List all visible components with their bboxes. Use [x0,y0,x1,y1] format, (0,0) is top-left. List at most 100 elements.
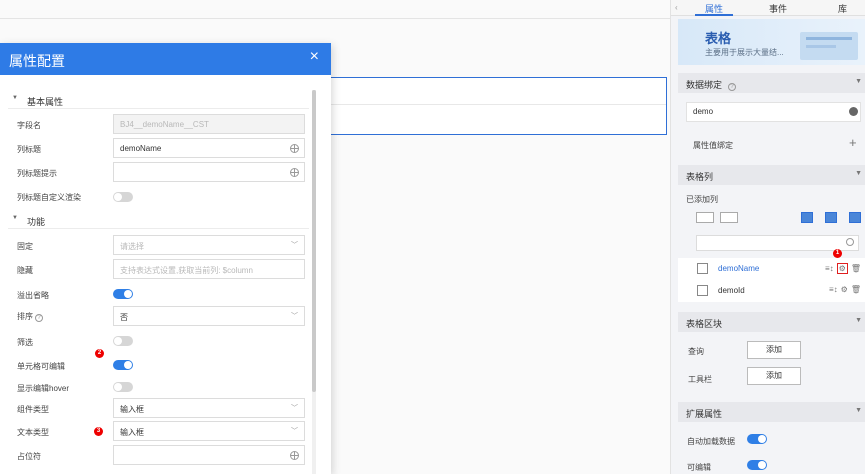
fixed-select[interactable]: 请选择 ﹀ [113,235,305,255]
component-type-select[interactable]: 输入框 ﹀ [113,398,305,418]
text-type-select[interactable]: 输入框 ﹀ [113,421,305,441]
annotation-badge-2: 2 [95,349,104,358]
annotation-badge-1: 1 [833,249,842,258]
query-label: 查询 [688,347,704,356]
section-func[interactable]: ▼ 功能 [8,211,309,229]
column-settings-icon[interactable]: ⚙ [841,285,848,294]
editable-label: 可编辑 [687,463,711,472]
column-row-demoId[interactable]: demoId ≡↕ ⚙ 🗑 [678,280,865,302]
drag-handle-icon[interactable]: ≡↕ [825,264,834,273]
chevron-down-icon[interactable]: ▼ [855,317,862,324]
chevron-down-icon[interactable]: ▼ [12,215,18,221]
export-column-icon[interactable] [849,212,861,223]
scrollbar-thumb[interactable] [312,90,316,392]
column-settings-icon[interactable]: ⚙ [836,263,848,274]
text-type-value: 输入框 [120,428,144,437]
active-tab-indicator [695,14,733,16]
added-columns-label: 已添加列 [686,195,718,204]
search-icon[interactable] [846,238,854,246]
field-name-input: BJ4__demoName__CST [113,114,305,134]
layout-split-icon[interactable] [696,212,714,223]
component-type-value: 输入框 [120,405,144,414]
section-table-blocks-title: 表格区块 [686,319,723,329]
hidden-expression-input[interactable]: 支持表达式设置,获取当前列: $column [113,259,305,279]
col-tip-label: 列标题提示 [17,169,57,178]
sort-label: 排序 [17,312,33,321]
col-tip-input[interactable] [113,162,305,182]
col-custom-render-switch[interactable] [113,192,133,202]
sort-select[interactable]: 否 ﹀ [113,306,305,326]
canvas-table-component[interactable] [330,77,667,135]
auto-load-switch[interactable] [747,434,767,444]
globe-icon[interactable] [290,144,299,153]
attr-bind-label: 属性值绑定 [693,141,733,150]
chevron-down-icon[interactable]: ▼ [855,170,862,177]
section-data-binding-title: 数据绑定 [686,80,723,90]
section-extended[interactable]: 扩展属性 ▼ [678,402,865,422]
editable-switch[interactable] [747,460,767,470]
section-func-title: 功能 [27,217,46,227]
section-table-blocks[interactable]: 表格区块 ▼ [678,312,865,332]
help-icon[interactable]: ? [728,83,737,91]
dialog-header: 属性配置 × [0,43,331,75]
column-name: demoId [718,286,745,295]
col-custom-render-label: 列标题自定义渲染 [17,193,81,202]
tab-library[interactable]: 库 [838,2,847,15]
field-name-label: 字段名 [17,121,41,130]
show-edit-hover-label: 显示编辑hover [17,384,70,393]
sort-value: 否 [120,313,128,322]
globe-icon[interactable] [290,451,299,460]
column-checkbox[interactable] [697,285,708,296]
canvas-divider [0,18,670,19]
table-illustration-icon [800,32,858,60]
drag-handle-icon[interactable]: ≡↕ [829,285,838,294]
section-table-columns[interactable]: 表格列 ▼ [678,165,865,185]
tab-events[interactable]: 事件 [769,2,787,15]
data-binding-field[interactable]: demo [686,102,861,122]
settings-icon[interactable] [849,107,858,116]
cell-edit-switch[interactable] [113,360,133,370]
close-icon[interactable]: × [310,49,319,65]
collapse-left-icon[interactable]: ‹ [675,3,678,12]
dialog-title: 属性配置 [9,53,65,69]
field-name-value: BJ4__demoName__CST [120,120,209,129]
column-row-demoName[interactable]: demoName ≡↕ ⚙ 🗑 [678,258,865,280]
component-subtitle: 主要用于展示大量结... [705,48,784,57]
auto-load-label: 自动加载数据 [687,437,735,446]
hidden-label: 隐藏 [17,266,33,275]
add-toolbar-button[interactable]: 添加 [747,367,801,385]
globe-icon[interactable] [290,168,299,177]
add-icon[interactable]: + [849,136,861,149]
component-type-label: 组件类型 [17,405,49,414]
cell-edit-label: 单元格可编辑 [17,362,65,371]
column-name: demoName [718,264,760,273]
column-checkbox[interactable] [697,263,708,274]
filter-switch[interactable] [113,336,133,346]
component-title: 表格 [705,31,732,46]
placeholder-input[interactable] [113,445,305,465]
chevron-down-icon[interactable]: ▼ [12,95,18,101]
import-column-icon[interactable] [825,212,837,223]
section-basic-title: 基本属性 [27,97,64,107]
col-title-input[interactable]: demoName [113,138,305,158]
chevron-down-icon[interactable]: ▼ [855,78,862,85]
show-edit-hover-switch[interactable] [113,382,133,392]
layout-grid-icon[interactable] [720,212,738,223]
add-query-button[interactable]: 添加 [747,341,801,359]
section-data-binding[interactable]: 数据绑定? ▼ [678,73,865,93]
insert-column-icon[interactable] [801,212,813,223]
trash-icon[interactable]: 🗑 [851,285,861,294]
trash-icon[interactable]: 🗑 [851,264,861,273]
panel-tabs: ‹ 属性 事件 库 [671,0,865,16]
help-icon[interactable]: ? [35,314,43,322]
data-binding-value: demo [693,107,714,116]
section-basic[interactable]: ▼ 基本属性 [8,91,309,109]
overflow-switch[interactable] [113,289,133,299]
fixed-placeholder: 请选择 [120,242,144,251]
chevron-down-icon: ﹀ [291,405,298,412]
annotation-badge-3: 3 [94,427,103,436]
filter-label: 筛选 [17,338,33,347]
section-table-columns-title: 表格列 [686,172,714,182]
col-title-value: demoName [120,144,162,153]
chevron-down-icon[interactable]: ▼ [855,407,862,414]
